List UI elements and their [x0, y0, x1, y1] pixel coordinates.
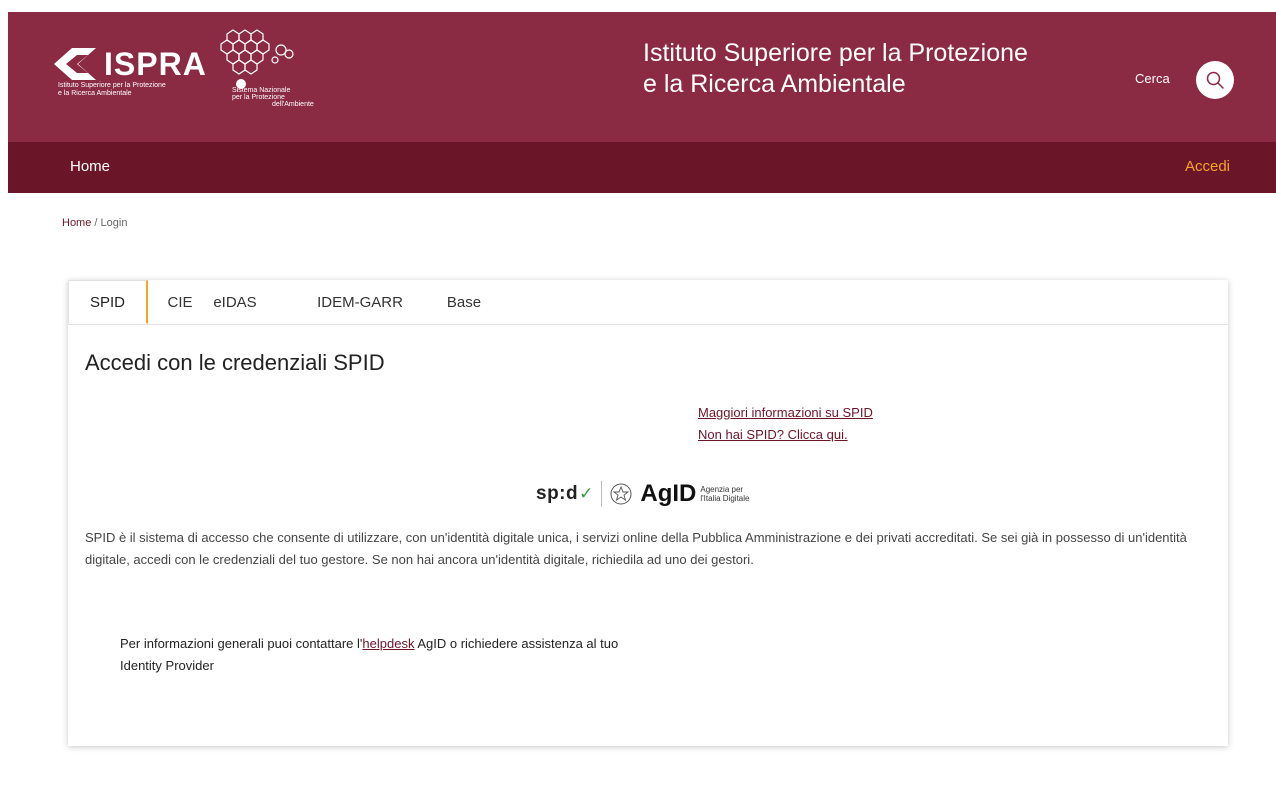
snpa-logo-text: Sistema Nazionale per la Protezione dell…: [232, 87, 342, 108]
ispra-logo-icon: [54, 48, 96, 80]
agid-logo-subtitle: Agenzia per l'Italia Digitale: [700, 485, 749, 503]
help-text: Per informazioni generali puoi contattar…: [120, 633, 640, 677]
tab-eidas[interactable]: eIDAS: [213, 280, 256, 324]
spid-logo: sp:d: [536, 483, 579, 504]
login-card: SPID CIE eIDAS IDEM-GARR Base Accedi con…: [68, 280, 1228, 746]
snpa-text-line: dell'Ambiente: [272, 101, 314, 108]
spid-agid-logos: sp:d ✓ AgID Agenzia per l'Italia Digital…: [536, 480, 749, 508]
help-text-before: Per informazioni generali puoi contattar…: [120, 636, 363, 651]
breadcrumb: Home / Login: [62, 217, 127, 229]
agid-logo: AgID: [640, 480, 697, 507]
site-title-line: e la Ricerca Ambientale: [643, 70, 906, 98]
breadcrumb-home-link[interactable]: Home: [62, 217, 91, 229]
site-header: ISPRA Istituto Superiore per la Protezio…: [8, 12, 1276, 142]
nav-login-link[interactable]: Accedi: [1185, 158, 1230, 175]
tab-spid[interactable]: SPID: [68, 280, 148, 324]
ispra-logo-text: ISPRA: [104, 45, 207, 82]
spid-info-links: Maggiori informazioni su SPID Non hai SP…: [698, 402, 873, 446]
ispra-logo-subtitle: Istituto Superiore per la Protezione e l…: [58, 82, 198, 98]
agid-subtitle-line: Agenzia per: [700, 485, 744, 494]
site-title: Istituto Superiore per la Protezione e l…: [643, 38, 1113, 100]
snpa-text-line: Sistema Nazionale: [232, 87, 291, 94]
breadcrumb-separator: /: [91, 217, 101, 229]
search-button[interactable]: [1196, 61, 1234, 99]
agid-subtitle-line: l'Italia Digitale: [700, 494, 750, 503]
nav-home-link[interactable]: Home: [70, 158, 110, 175]
logo-subtitle-line: e la Ricerca Ambientale: [58, 90, 132, 97]
ispra-logo[interactable]: ISPRA: [50, 44, 207, 84]
search-label[interactable]: Cerca: [1135, 71, 1170, 86]
tab-cie[interactable]: CIE: [161, 280, 199, 324]
helpdesk-link[interactable]: helpdesk: [362, 636, 414, 651]
login-tabs: SPID CIE eIDAS IDEM-GARR Base: [68, 280, 1228, 325]
site-title-line: Istituto Superiore per la Protezione: [643, 39, 1028, 67]
snpa-text-line: per la Protezione: [232, 94, 285, 101]
breadcrumb-current: Login: [100, 217, 128, 229]
spid-more-info-link[interactable]: Maggiori informazioni su SPID: [698, 402, 873, 424]
tab-base[interactable]: Base: [444, 280, 484, 324]
logo-divider: [601, 481, 603, 507]
italian-emblem-icon: [610, 483, 632, 505]
tab-idem-garr[interactable]: IDEM-GARR: [314, 280, 406, 324]
checkmark-icon: ✓: [579, 484, 594, 503]
page-title: Accedi con le credenziali SPID: [85, 350, 385, 375]
main-nav: Home Accedi: [8, 142, 1276, 193]
spid-no-account-link[interactable]: Non hai SPID? Clicca qui.: [698, 424, 873, 446]
search-icon: [1206, 71, 1224, 89]
spid-description: SPID è il sistema di accesso che consent…: [85, 530, 1187, 567]
logo-subtitle-line: Istituto Superiore per la Protezione: [58, 82, 166, 89]
